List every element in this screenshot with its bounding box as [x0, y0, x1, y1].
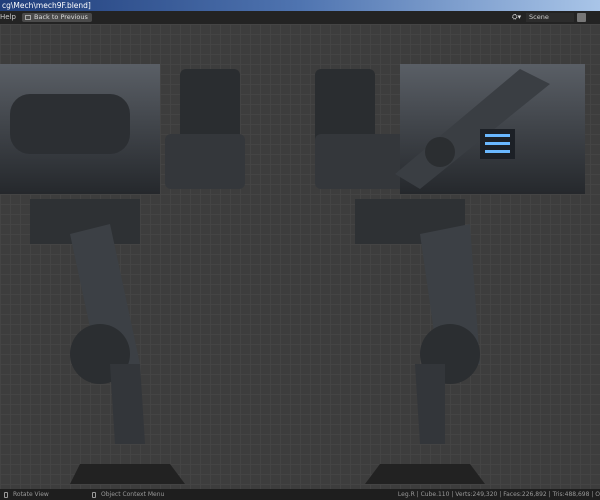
3d-viewport[interactable] — [0, 24, 600, 489]
context-menu-hint: Object Context Menu — [101, 491, 165, 498]
back-to-previous-label: Back to Previous — [34, 13, 88, 21]
mech-model-render — [0, 64, 585, 484]
rotate-view-hint: Rotate View — [13, 491, 49, 498]
mouse-icon — [4, 491, 8, 498]
window-title-bar: cg\Mech\mech9F.blend] — [0, 0, 600, 11]
scene-name: Scene — [529, 13, 549, 21]
menu-help[interactable]: Help — [0, 11, 16, 24]
window-title: cg\Mech\mech9F.blend] — [2, 1, 91, 10]
screen-icon — [25, 14, 31, 20]
back-to-previous-button[interactable]: Back to Previous — [22, 13, 92, 22]
scene-browse-button[interactable] — [577, 13, 586, 22]
scene-statistics: Leg.R | Cube.110 | Verts:249,320 | Faces… — [397, 491, 600, 498]
mech-left-view — [0, 64, 245, 484]
status-bar: Rotate View Object Context Menu Leg.R | … — [0, 489, 600, 500]
mech-right-view — [315, 64, 585, 484]
scene-selector[interactable]: Scene — [526, 13, 574, 22]
mouse-icon — [92, 491, 96, 498]
top-header: Help Back to Previous ⛭▾ Scene — [0, 11, 600, 24]
scene-icon[interactable]: ⛭▾ — [512, 11, 521, 24]
